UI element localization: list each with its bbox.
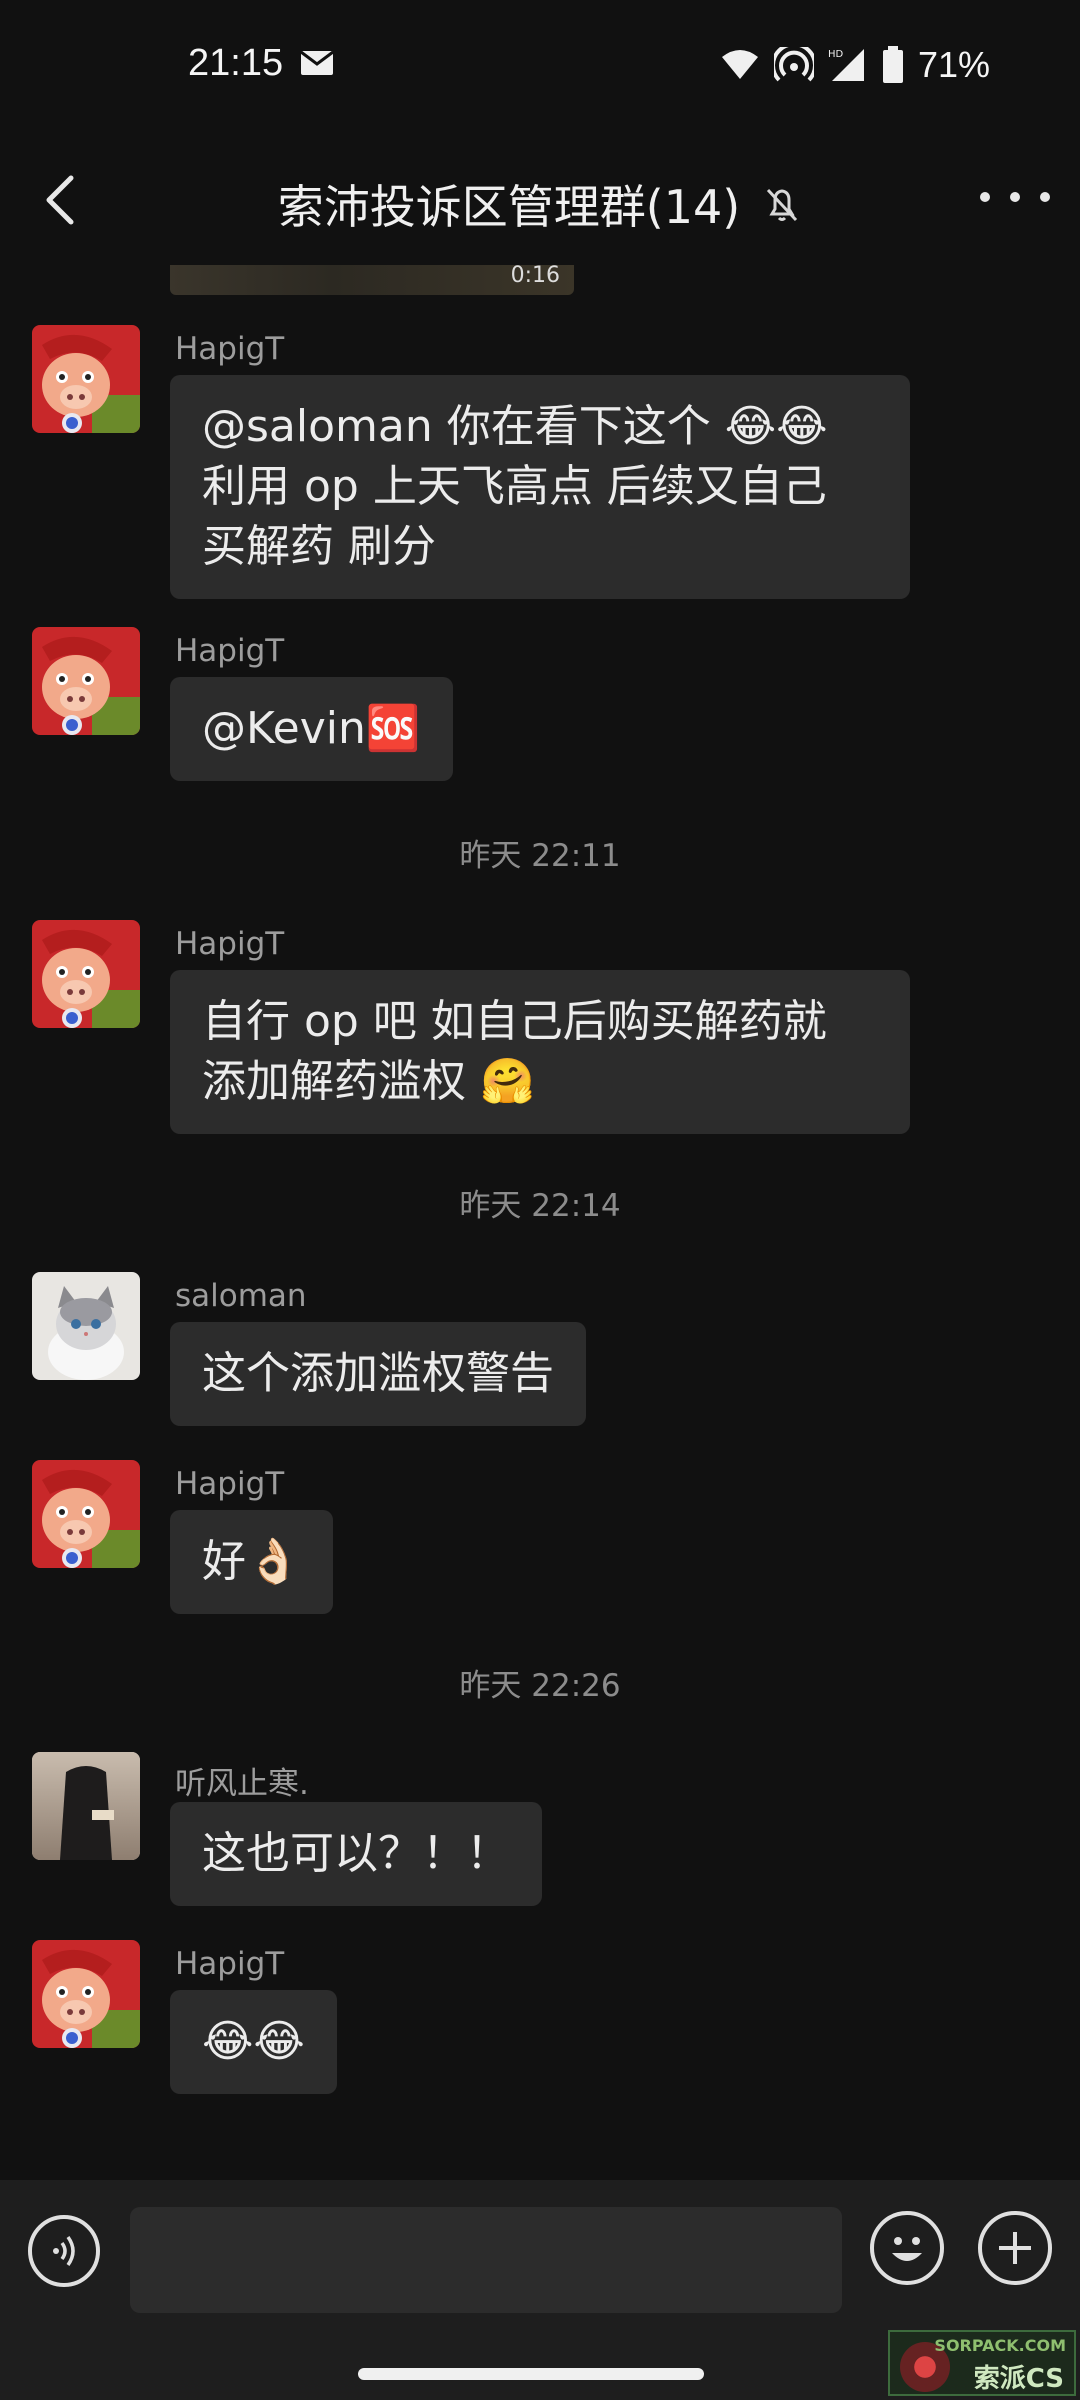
plus-icon <box>999 2232 1031 2264</box>
battery-icon <box>882 46 903 83</box>
emoji-button[interactable] <box>870 2211 944 2285</box>
message-text-line: 这个添加滥权警告 <box>202 1348 554 1399</box>
battery-percent: 71% <box>917 44 990 85</box>
sender-name: saloman <box>175 1278 307 1314</box>
chat-title-container: 索沛投诉区管理群(14) <box>0 171 1080 237</box>
chat-title: 索沛投诉区管理群(14) <box>277 180 741 234</box>
mail-icon <box>300 50 334 75</box>
muted-bell-icon <box>767 188 798 222</box>
sender-name: 听风止寒. <box>175 1766 309 1802</box>
home-indicator[interactable] <box>358 2368 704 2380</box>
timestamp: 昨天 22:11 <box>459 838 621 874</box>
smiley-icon <box>892 2237 922 2261</box>
watermark-name: 索派CS <box>973 2364 1064 2394</box>
message-bubble[interactable]: @saloman 你在看下这个 😂😂 利用 op 上天飞高点 后续又自己 买解药… <box>170 375 910 599</box>
avatar-hapigt[interactable] <box>32 1460 140 1568</box>
voice-icon <box>53 2235 75 2267</box>
timestamp: 昨天 22:14 <box>459 1188 621 1224</box>
avatar-image <box>32 920 140 1028</box>
message-bubble[interactable]: @Kevin🆘 <box>170 677 453 781</box>
chat-message-list[interactable]: 0:16 HapigT @saloman 你在看下这个 😂😂 利用 op 上天飞… <box>0 265 1080 2180</box>
status-icons: HD 71% <box>720 44 990 86</box>
avatar-hapigt[interactable] <box>32 325 140 433</box>
message-text-line: @Kevin🆘 <box>202 703 421 754</box>
video-duration: 0:16 <box>510 265 560 288</box>
watermark-logo: SORPACK.COM 索派CS <box>888 2330 1076 2396</box>
sender-name: HapigT <box>175 331 285 367</box>
message-bubble[interactable]: 好👌🏻 <box>170 1510 333 1614</box>
input-bar <box>0 2180 1080 2320</box>
sender-name: HapigT <box>175 1946 285 1982</box>
message-bubble[interactable]: 😂😂 <box>170 1990 337 2094</box>
avatar-saloman[interactable] <box>32 1272 140 1380</box>
message-text-line: 买解药 刷分 <box>202 521 436 572</box>
hotspot-icon <box>773 47 814 82</box>
message-bubble[interactable]: 自行 op 吧 如自己后购买解药就 添加解药滥权 🤗 <box>170 970 910 1134</box>
dot <box>1040 192 1050 202</box>
avatar-image <box>32 1460 140 1568</box>
message-text-line: 😂😂 <box>202 2016 305 2067</box>
avatar-image <box>32 627 140 735</box>
sender-name: HapigT <box>175 926 285 962</box>
image-message-partial[interactable]: 0:16 <box>170 265 574 295</box>
status-bar: 21:15 HD 71% <box>0 0 1080 135</box>
avatar-image <box>32 325 140 433</box>
voice-input-button[interactable] <box>28 2215 100 2287</box>
avatar-tingfeng[interactable] <box>32 1752 140 1860</box>
message-bubble[interactable]: 这也可以？！！ <box>170 1802 542 1906</box>
message-text-line: 这也可以？！！ <box>202 1828 510 1879</box>
message-text-line: 好👌🏻 <box>202 1536 301 1587</box>
more-functions-button[interactable] <box>978 2211 1052 2285</box>
status-time: 21:15 <box>188 42 284 84</box>
message-text-line: @saloman 你在看下这个 😂😂 <box>202 401 828 452</box>
avatar-hapigt[interactable] <box>32 1940 140 2048</box>
sender-name: HapigT <box>175 1466 285 1502</box>
chat-header: 索沛投诉区管理群(14) <box>0 135 1080 265</box>
avatar-hapigt[interactable] <box>32 920 140 1028</box>
more-options-button[interactable] <box>980 177 1050 217</box>
avatar-image <box>32 1940 140 2048</box>
message-input[interactable] <box>130 2207 842 2313</box>
message-text-line: 添加解药滥权 🤗 <box>202 1056 535 1107</box>
watermark-url: SORPACK.COM <box>934 2336 1066 2355</box>
dot <box>1010 192 1020 202</box>
sender-name: HapigT <box>175 633 285 669</box>
timestamp: 昨天 22:26 <box>459 1668 621 1704</box>
chat-screen: 21:15 HD 71% 索沛投诉区管理群(14) 0:16 HapigT @s… <box>0 0 1080 2400</box>
signal-hd-icon: HD <box>828 49 864 81</box>
message-text-line: 利用 op 上天飞高点 后续又自己 <box>202 461 827 512</box>
svg-text:HD: HD <box>828 49 844 60</box>
avatar-image <box>32 1272 140 1380</box>
message-text-line: 自行 op 吧 如自己后购买解药就 <box>202 996 827 1047</box>
avatar-image <box>32 1752 140 1860</box>
message-bubble[interactable]: 这个添加滥权警告 <box>170 1322 586 1426</box>
wifi-icon <box>721 50 758 79</box>
avatar-hapigt[interactable] <box>32 627 140 735</box>
dot <box>980 192 990 202</box>
